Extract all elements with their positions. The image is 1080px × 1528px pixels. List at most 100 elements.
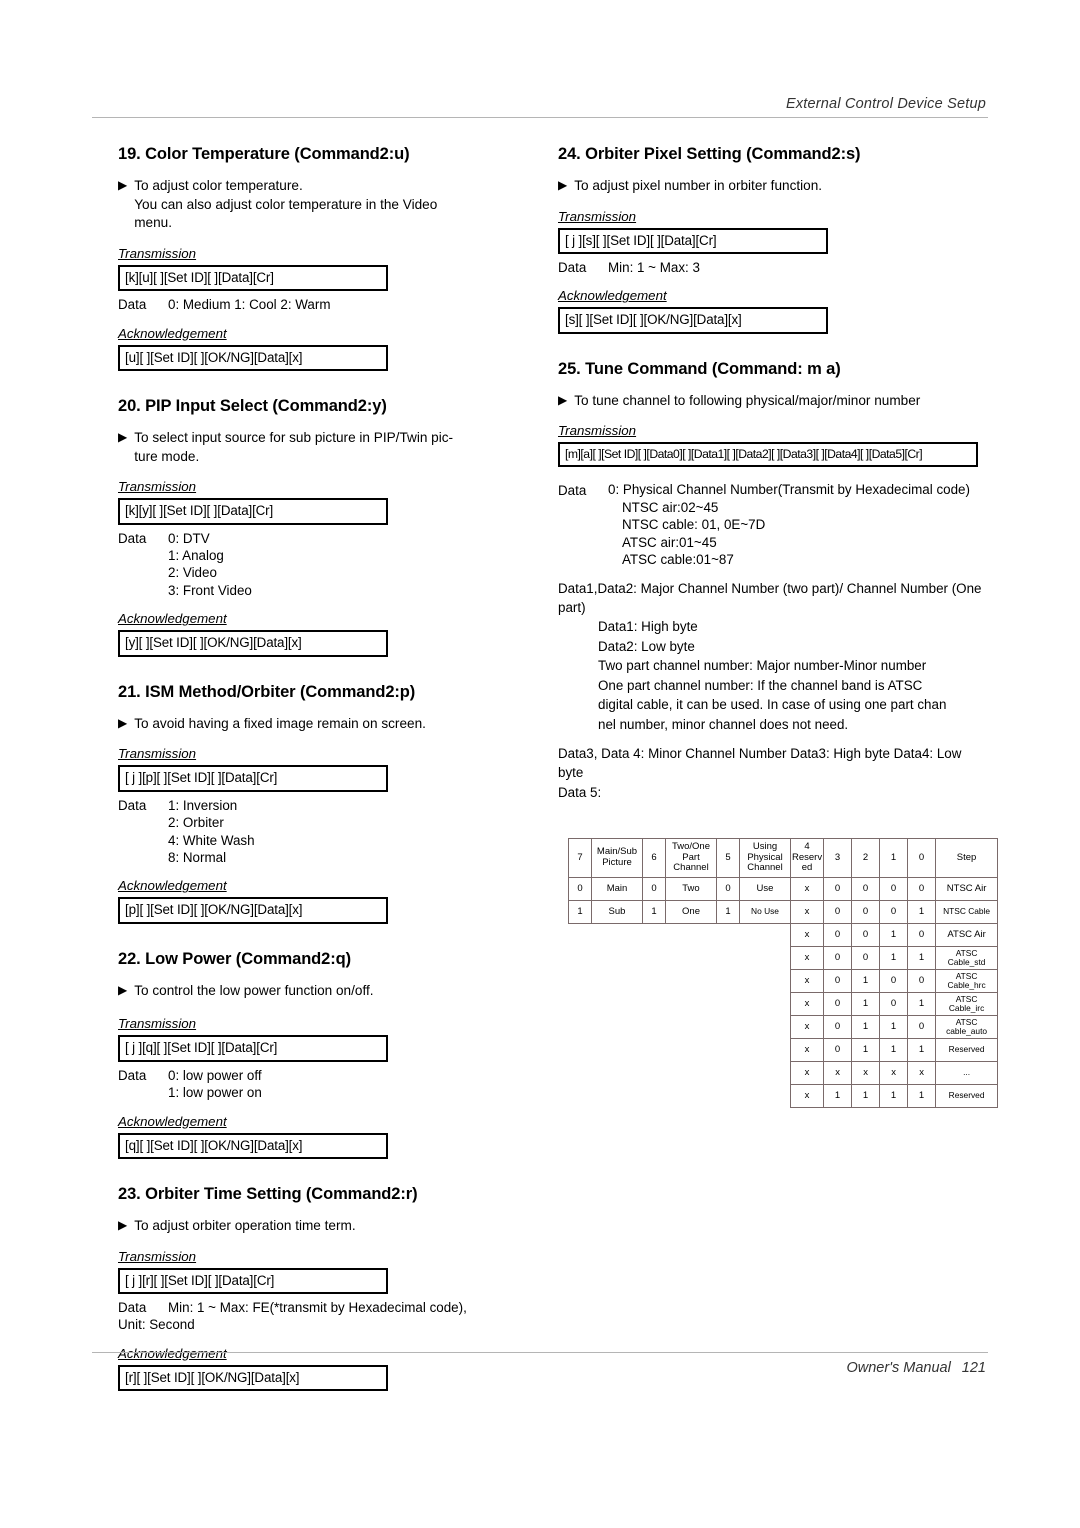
cell-empty xyxy=(666,1016,717,1039)
section-24-description: ▶ To adjust pixel number in orbiter func… xyxy=(558,177,988,196)
section-25-data0-item: NTSC cable: 01, 0E~7D xyxy=(622,517,766,533)
cell-empty xyxy=(569,970,592,993)
cell-step: ATSC cable_auto xyxy=(935,1015,999,1039)
cell-bit4: x xyxy=(789,1038,825,1062)
section-24-ack-box: [s][ ][Set ID][ ][OK/NG][Data][x] xyxy=(558,307,828,334)
section-20-data: Data 0: DTV 1: Analog 2: Video 3: Front … xyxy=(118,530,538,600)
cell-bit0: 1 xyxy=(907,900,937,924)
cell-bit3: 0 xyxy=(823,1038,853,1062)
cell-step: ATSC Cable_irc xyxy=(935,992,999,1016)
cell-bit4: x xyxy=(789,1084,825,1108)
cell-bit2: 0 xyxy=(851,946,881,970)
section-20-desc-line2: ture mode. xyxy=(134,448,200,464)
cell-step: Reserved xyxy=(935,1084,999,1108)
section-25-data34-line: Data3, Data 4: Minor Channel Number Data… xyxy=(558,746,962,781)
cell-empty xyxy=(643,924,666,947)
section-25-data-label: Data xyxy=(558,483,587,499)
section-21-ack-box: [p][ ][Set ID][ ][OK/NG][Data][x] xyxy=(118,897,388,924)
section-25-data12-title: Data1,Data2: Major Channel Number (two p… xyxy=(558,580,982,615)
section-24-data: Data Min: 1 ~ Max: 3 xyxy=(558,259,988,276)
section-23-data-unit: Unit: Second xyxy=(118,1317,195,1333)
section-20-ack-label: Acknowledgement xyxy=(118,611,227,627)
section-20-data-value: 3: Front Video xyxy=(168,582,252,598)
triangle-bullet-icon: ▶ xyxy=(118,982,128,997)
footer-divider xyxy=(92,1352,988,1353)
cell-bit3: 0 xyxy=(823,992,853,1016)
cell-bit3: 0 xyxy=(823,877,853,901)
header-bit4: 4 Reserv ed xyxy=(789,838,825,878)
cell-bit0: 0 xyxy=(907,877,937,901)
section-21-transmission-label: Transmission xyxy=(118,746,197,762)
cell-bit1: 1 xyxy=(879,1084,909,1108)
triangle-bullet-icon: ▶ xyxy=(118,430,128,444)
section-20-data-value: 1: Analog xyxy=(168,548,224,564)
section-21-data-label: Data xyxy=(118,797,147,813)
cell-empty xyxy=(592,1085,643,1108)
section-23-transmission-label: Transmission xyxy=(118,1248,197,1264)
section-20: 20. PIP Input Select (Command2:y) ▶ To s… xyxy=(118,397,538,657)
section-23-data-value: Min: 1 ~ Max: FE(*transmit by Hexadecima… xyxy=(168,1300,467,1316)
section-24-data-values: Min: 1 ~ Max: 3 xyxy=(608,259,700,275)
cell-bit2: 1 xyxy=(851,969,881,993)
section-22-ack-label: Acknowledgement xyxy=(118,1113,227,1129)
table-row: x 0 1 1 1 Reserved xyxy=(569,1038,999,1062)
section-20-desc-line1: To select input source for sub picture i… xyxy=(134,430,454,445)
cell-empty xyxy=(666,1062,717,1085)
header-bit7: 7 xyxy=(568,838,592,878)
section-19-transmission-label: Transmission xyxy=(118,245,197,261)
table-row: 0 Main 0 Two 0 Use x 0 0 0 0 NTSC Air xyxy=(568,877,999,901)
cell-bit4: x xyxy=(789,946,825,970)
section-22-data-value: 0: low power off xyxy=(168,1067,262,1083)
header-bit5: 5 xyxy=(716,838,740,878)
bit-definition-table: 7 Main/Sub Picture 6 Two/One Part Channe… xyxy=(568,838,999,1108)
cell-empty xyxy=(740,1016,791,1039)
cell-empty xyxy=(717,1039,740,1062)
section-20-transmission-label: Transmission xyxy=(118,479,197,495)
section-25-data0-item: ATSC air:01~45 xyxy=(622,534,717,550)
cell-bit3: 0 xyxy=(823,1015,853,1039)
cell-empty xyxy=(717,993,740,1016)
section-24-transmission-label: Transmission xyxy=(558,208,637,224)
cell-bit4: x xyxy=(789,1061,825,1085)
cell-empty xyxy=(717,1062,740,1085)
header-title: External Control Device Setup xyxy=(785,96,986,112)
header-bit3: 3 xyxy=(823,838,853,878)
section-21-desc-line1: To avoid having a fixed image remain on … xyxy=(134,715,426,731)
cell-empty xyxy=(717,1016,740,1039)
cell-bit3: x xyxy=(823,1061,853,1085)
triangle-bullet-icon: ▶ xyxy=(118,177,128,192)
cell-empty xyxy=(740,924,791,947)
cell-empty xyxy=(643,1039,666,1062)
cell-empty xyxy=(666,924,717,947)
cell-empty xyxy=(592,1039,643,1062)
page-footer: Owner's Manual 121 xyxy=(92,1352,988,1376)
table-header-row: 7 Main/Sub Picture 6 Two/One Part Channe… xyxy=(568,838,999,878)
section-24-transmission-box: [ j ][s][ ][Set ID][ ][Data][Cr] xyxy=(558,227,828,254)
cell-bit5: 1 xyxy=(716,900,740,924)
cell-empty xyxy=(592,993,643,1016)
section-21: 21. ISM Method/Orbiter (Command2:p) ▶ To… xyxy=(118,683,538,924)
cell-name5: Use xyxy=(739,877,791,901)
cell-empty xyxy=(569,1016,592,1039)
header-divider xyxy=(92,117,988,118)
cell-empty xyxy=(643,993,666,1016)
section-21-title: 21. ISM Method/Orbiter (Command2:p) xyxy=(118,682,416,701)
section-19: 19. Color Temperature (Command2:u) ▶ To … xyxy=(118,145,538,372)
cell-bit4: x xyxy=(789,877,825,901)
cell-empty xyxy=(592,970,643,993)
section-21-data: Data 1: Inversion 2: Orbiter 4: White Wa… xyxy=(118,797,538,867)
section-25-data12-item: Data1: High byte xyxy=(598,619,698,635)
section-21-data-value: 8: Normal xyxy=(168,849,227,865)
section-25-transmission-label: Transmission xyxy=(558,423,637,439)
section-19-description: ▶ To adjust color temperature. You can a… xyxy=(118,177,538,233)
section-25-data0-item: ATSC cable:01~87 xyxy=(622,552,734,568)
section-24-title: 24. Orbiter Pixel Setting (Command2:s) xyxy=(558,145,861,163)
section-22-transmission-box: [ j ][q][ ][Set ID][ ][Data][Cr] xyxy=(118,1035,388,1062)
cell-bit4: x xyxy=(789,969,825,993)
cell-empty xyxy=(666,947,717,970)
section-22-data-value: 1: low power on xyxy=(168,1085,262,1101)
cell-step: NTSC Cable xyxy=(935,900,999,924)
cell-bit3: 0 xyxy=(823,923,853,947)
header-bit6: 6 xyxy=(642,838,666,878)
section-25-data12-item: nel number, minor channel does not need. xyxy=(598,716,849,732)
